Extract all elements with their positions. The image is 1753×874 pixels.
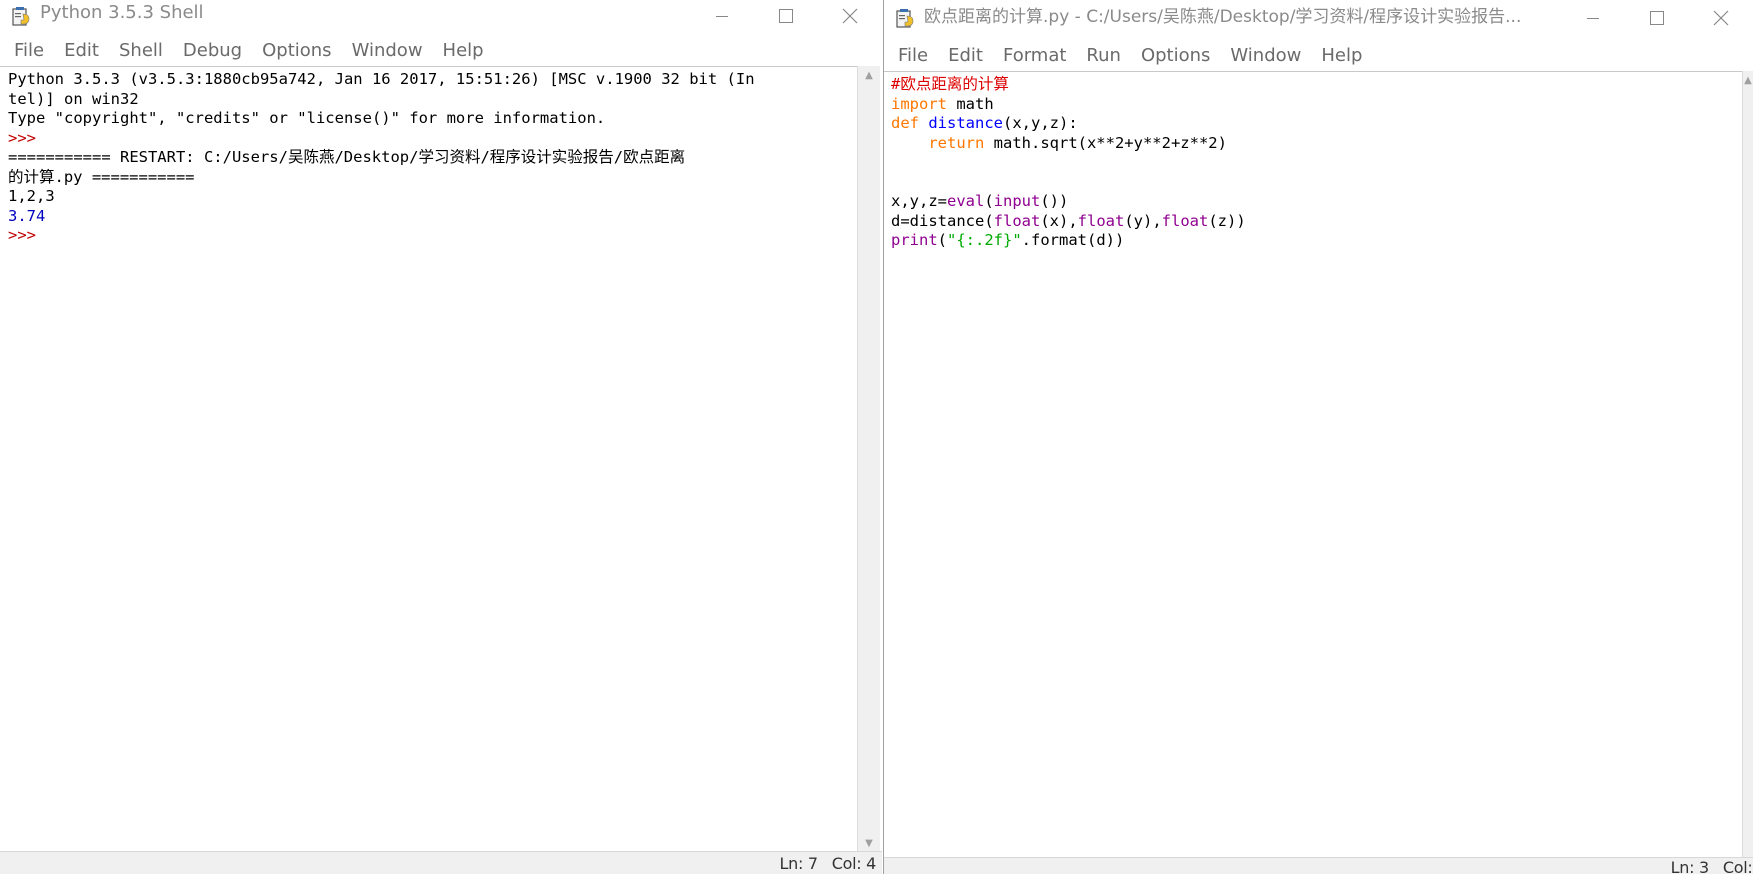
builtin-eval: eval	[947, 192, 985, 210]
menu-run[interactable]: Run	[1076, 41, 1131, 71]
shell-prompt: >>>	[8, 226, 46, 244]
code-text: (x),	[1040, 211, 1078, 230]
builtin-float: float	[1077, 211, 1125, 230]
shell-menubar: File Edit Shell Debug Options Window Hel…	[0, 36, 882, 66]
code-text: .format(d))	[1021, 231, 1125, 249]
program-output-line: 3.74	[8, 206, 46, 225]
python-idle-icon	[896, 9, 914, 28]
editor-status-line: Ln: 3	[1670, 858, 1710, 874]
editor-menubar: File Edit Format Run Options Window Help	[884, 41, 1753, 71]
code-line-4: return math.sqrt(x**2+y**2+z**2)	[891, 134, 1743, 154]
python-idle-icon	[12, 7, 30, 26]
code-line-3: def distance(x,y,z):	[891, 114, 1743, 134]
editor-cursor-position: Ln: 3 Col: 11	[1671, 858, 1753, 874]
code-text: (y),	[1124, 211, 1162, 230]
shell-prompt: >>>	[8, 128, 46, 147]
shell-titlebar[interactable]: Python 3.5.3 Shell	[0, 0, 882, 32]
shell-line: Python 3.5.3 (v3.5.3:1880cb95a742, Jan 1…	[8, 70, 755, 88]
maximize-button[interactable]	[754, 0, 818, 32]
source-code: #欧点距离的计算 import math def distance(x,y,z): …	[884, 72, 1743, 251]
builtin-input: input	[993, 192, 1041, 210]
code-text: (	[937, 231, 948, 249]
builtin-float: float	[1161, 211, 1209, 230]
scroll-down-icon[interactable]: ▼	[858, 834, 880, 852]
shell-title: Python 3.5.3 Shell	[40, 2, 204, 23]
editor-statusbar: Ln: 3 Col: 11	[884, 857, 1753, 874]
menu-debug[interactable]: Debug	[173, 36, 252, 66]
scroll-up-icon[interactable]: ▲	[1743, 71, 1753, 89]
menu-help[interactable]: Help	[433, 36, 494, 66]
code-line-9: print("{:.2f}".format(d))	[891, 231, 1743, 251]
editor-vertical-scrollbar[interactable]: ▲	[1742, 71, 1753, 858]
close-button[interactable]	[818, 0, 882, 32]
code-line-7: x,y,z=eval(input())	[891, 192, 1743, 212]
editor-text-area[interactable]: #欧点距离的计算 import math def distance(x,y,z): …	[884, 71, 1743, 858]
shell-status-col: Col: 4	[831, 854, 877, 873]
maximize-button[interactable]	[1625, 0, 1689, 36]
code-line-8: d=distance(float(x),float(y),float(z))	[891, 212, 1743, 232]
shell-text-area[interactable]: Python 3.5.3 (v3.5.3:1880cb95a742, Jan 1…	[0, 66, 857, 852]
close-button[interactable]	[1689, 0, 1753, 36]
shell-status-line: Ln: 7	[779, 854, 819, 873]
menu-file[interactable]: File	[4, 36, 54, 66]
minimize-button[interactable]	[1561, 0, 1625, 36]
scroll-up-icon[interactable]: ▲	[858, 66, 880, 84]
menu-options[interactable]: Options	[252, 36, 341, 66]
code-text: d=distance(	[891, 211, 994, 230]
code-text: math	[947, 94, 994, 113]
menu-shell[interactable]: Shell	[109, 36, 173, 66]
shell-line: Type "copyright", "credits" or "license(…	[8, 109, 606, 127]
editor-title: 欧点距离的计算.py - C:/Users/吴陈燕/Desktop/学习资料/程…	[924, 7, 1522, 27]
editor-window: 欧点距离的计算.py - C:/Users/吴陈燕/Desktop/学习资料/程…	[883, 0, 1753, 874]
keyword-def: def	[891, 114, 919, 132]
editor-titlebar[interactable]: 欧点距离的计算.py - C:/Users/吴陈燕/Desktop/学习资料/程…	[884, 0, 1753, 36]
editor-status-col: Col: 11	[1722, 858, 1753, 874]
code-text: (	[984, 192, 994, 210]
builtin-float: float	[993, 211, 1041, 230]
user-input-line: 1,2,3	[8, 187, 55, 205]
shell-line: tel)] on win32	[8, 89, 139, 108]
menu-help[interactable]: Help	[1311, 41, 1372, 71]
code-line-2: import math	[891, 95, 1743, 115]
restart-line: 的计算.py ===========	[8, 167, 195, 186]
menu-edit[interactable]: Edit	[938, 41, 993, 71]
keyword-import: import	[891, 94, 947, 113]
code-comment: #欧点距离的计算	[891, 75, 1009, 93]
shell-window: Python 3.5.3 Shell File Edit Shell Debug…	[0, 0, 882, 874]
minimize-icon	[1587, 18, 1599, 19]
menu-file[interactable]: File	[888, 41, 938, 71]
shell-cursor-position: Ln: 7 Col: 4	[779, 854, 877, 873]
code-text: x,y,z=	[891, 192, 947, 210]
code-text: (z))	[1208, 211, 1246, 230]
minimize-icon	[716, 16, 728, 17]
shell-output: Python 3.5.3 (v3.5.3:1880cb95a742, Jan 1…	[0, 67, 857, 246]
menu-options[interactable]: Options	[1131, 41, 1220, 71]
code-text: (x,y,z):	[1003, 114, 1078, 132]
menu-format[interactable]: Format	[993, 41, 1076, 71]
minimize-button[interactable]	[690, 0, 754, 32]
function-name: distance	[928, 114, 1003, 132]
builtin-print: print	[891, 231, 938, 249]
code-text: math.sqrt(x**2+y**2+z**2)	[984, 133, 1227, 152]
restart-line: =========== RESTART: C:/Users/吴陈燕/Deskto…	[8, 148, 686, 166]
string-literal: "{:.2f}"	[947, 231, 1022, 249]
code-line-1: #欧点距离的计算	[891, 75, 1743, 95]
maximize-icon	[779, 9, 793, 23]
close-icon	[842, 8, 858, 24]
code-text: ())	[1040, 192, 1069, 210]
menu-window[interactable]: Window	[1220, 41, 1311, 71]
menu-edit[interactable]: Edit	[54, 36, 109, 66]
close-icon	[1713, 10, 1729, 26]
maximize-icon	[1650, 11, 1664, 25]
keyword-return: return	[928, 133, 985, 152]
shell-vertical-scrollbar[interactable]: ▲ ▼	[857, 66, 880, 852]
menu-window[interactable]: Window	[342, 36, 433, 66]
shell-statusbar: Ln: 7 Col: 4	[0, 851, 882, 874]
